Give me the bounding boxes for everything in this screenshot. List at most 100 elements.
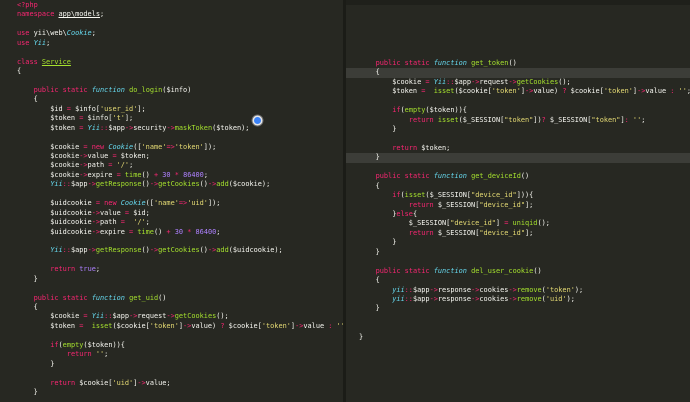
code-line[interactable]: return $cookie['uid']->value; [0,379,343,388]
code-line[interactable] [346,97,690,106]
code-line[interactable]: return ''; [0,350,343,359]
code-line[interactable]: { [0,67,343,76]
code-line[interactable]: $cookie = Yii::$app->request->getCookies… [346,78,690,87]
code-line[interactable]: Yii::$app->getResponse()->getCookies()->… [0,180,343,189]
right-code-area[interactable]: public static function get_token() { $co… [346,59,690,342]
code-line[interactable]: } [346,238,690,247]
code-line[interactable]: { [0,95,343,104]
code-token: del_user_cookie [471,266,534,275]
code-line[interactable] [0,133,343,142]
code-line[interactable]: } [0,388,343,397]
code-line[interactable]: { [346,68,690,78]
code-line[interactable]: } [346,248,690,257]
code-token: Yii [50,246,63,255]
code-line[interactable]: return $_SESSION["device_id"]; [346,229,690,238]
code-line[interactable]: class Service [0,58,343,67]
code-line[interactable]: Yii::$app->getResponse()->getCookies()->… [0,246,343,255]
code-line[interactable]: $token = Yii::$app->security->maskToken(… [0,124,343,133]
code-line[interactable] [346,163,690,172]
code-line[interactable] [0,284,343,293]
code-line[interactable]: public static function get_token() [346,59,690,68]
code-token: } [359,247,380,256]
code-line[interactable]: return isset($_SESSION["token"])? $_SESS… [346,116,690,125]
code-line[interactable] [0,369,343,378]
code-line[interactable]: }else{ [346,210,690,219]
code-line[interactable]: use Yii; [0,39,343,48]
code-line[interactable]: $cookie->path = '/'; [0,161,343,170]
code-line[interactable]: $uidcookie->expire = time() + 30 * 86400… [0,228,343,237]
code-line[interactable]: if(isset($_SESSION["device_id"])){ [346,191,690,200]
code-line[interactable] [0,256,343,265]
code-line[interactable] [0,20,343,29]
code-line[interactable]: } [346,333,690,342]
code-line[interactable]: public static function get_uid() [0,294,343,303]
code-line[interactable]: $uidcookie->value = $id; [0,209,343,218]
code-line[interactable]: { [0,303,343,312]
code-line[interactable]: return true; [0,265,343,274]
code-line[interactable]: public static function del_user_cookie() [346,267,690,276]
code-line[interactable] [346,323,690,332]
code-token: new [91,142,105,151]
code-line[interactable]: <?php [0,1,343,10]
code-token: value) [533,87,563,96]
code-token: -> [87,246,96,255]
code-token: ; [104,350,109,359]
code-line[interactable]: return $token; [346,144,690,153]
code-token: do_login [129,85,163,94]
code-line[interactable]: } [346,304,690,313]
code-line[interactable]: use yii\web\Cookie; [0,29,343,38]
code-token: $app [412,294,430,303]
left-editor-pane[interactable]: <?php namespace app\models; use yii\web\Co… [0,0,343,402]
code-line[interactable]: $token = isset($cookie['token']->value) … [0,322,343,331]
code-line[interactable]: $id = $info['user_id']; [0,105,343,114]
code-line[interactable]: public static function do_login($info) [0,86,343,95]
code-line[interactable]: $cookie = new Cookie(['name'=>'token']); [0,143,343,152]
code-line[interactable] [346,135,690,144]
code-line[interactable] [0,77,343,86]
left-code-area[interactable]: <?php namespace app\models; use yii\web\Co… [0,1,343,397]
code-line[interactable]: namespace app\models; [0,10,343,19]
code-line[interactable]: $token = isset($cookie['token']->value) … [346,87,690,96]
code-line[interactable]: yii::$app->response->cookies->remove('to… [346,286,690,295]
code-line[interactable]: yii::$app->response->cookies->remove('ui… [346,295,690,304]
code-line[interactable]: $uidcookie->path = '/'; [0,218,343,227]
code-line[interactable] [0,190,343,199]
code-line[interactable]: public static function get_deviceId() [346,172,690,181]
code-token: $token [17,114,80,123]
code-line[interactable] [346,257,690,266]
code-line[interactable]: if(empty($token)){ [346,106,690,115]
code-line[interactable]: $uidcookie = new Cookie(['name'=>'uid'])… [0,199,343,208]
code-token: maskToken [174,123,213,132]
code-line[interactable]: { [346,182,690,191]
code-token: 30 [174,227,184,236]
code-line[interactable] [0,331,343,340]
code-line[interactable]: return $_SESSION["device_id"]; [346,201,690,210]
code-line[interactable]: } [346,125,690,134]
code-token: return [50,378,76,387]
code-line[interactable]: $cookie->value = $token; [0,152,343,161]
code-line[interactable]: } [0,275,343,284]
code-line[interactable]: if(empty($token)){ [0,341,343,350]
code-line[interactable]: { [346,276,690,285]
code-line[interactable]: } [0,360,343,369]
code-token: ]; [137,104,146,113]
code-line[interactable]: $cookie = Yii::$app->request->getCookies… [0,312,343,321]
code-line[interactable]: $token = $info['t']; [0,114,343,123]
code-line[interactable] [0,237,343,246]
right-editor-pane[interactable]: public static function get_token() { $co… [346,0,690,402]
code-token: () [158,293,167,302]
code-token: ]); [203,142,217,151]
code-line[interactable]: $_SESSION["device_id"] = uniqid(); [346,219,690,228]
code-token: 'token' [174,142,204,151]
code-token: $token [17,321,80,330]
code-line[interactable]: $cookie->expire = time() + 30 * 86400; [0,171,343,180]
code-token: ($_SESSION[ [425,191,472,200]
code-line[interactable] [346,314,690,323]
code-token: Yii [87,123,100,132]
code-line[interactable]: } [346,153,690,163]
code-token: return [50,265,76,274]
code-line[interactable] [0,48,343,57]
